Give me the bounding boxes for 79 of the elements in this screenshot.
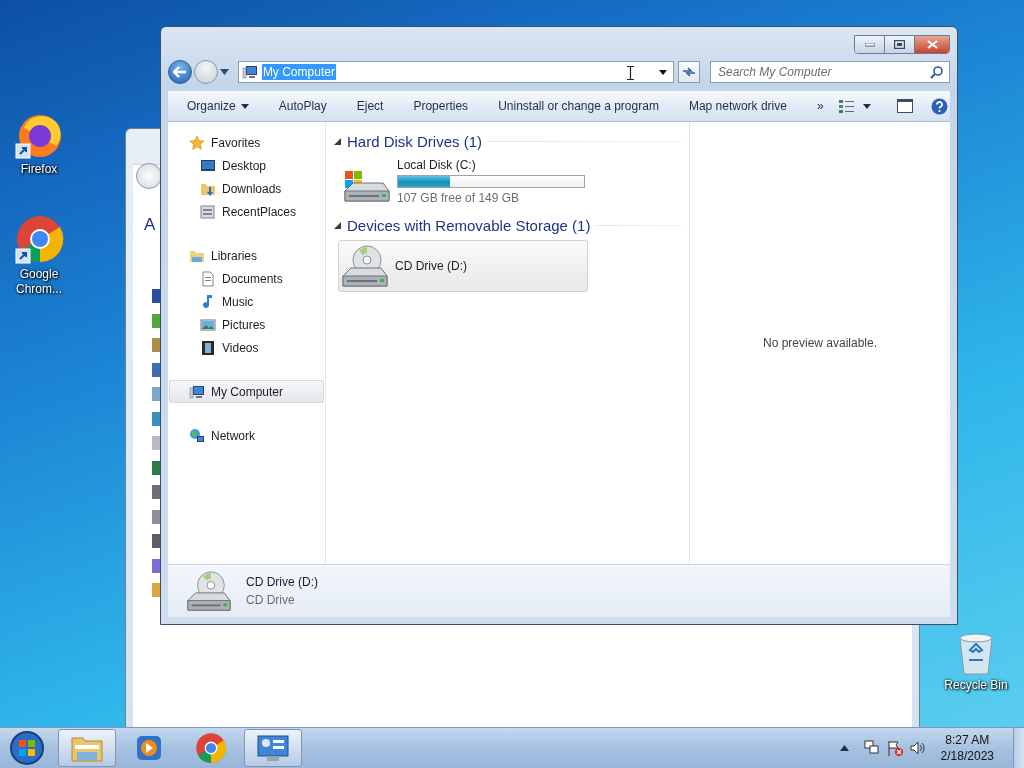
group-header[interactable]: Devices with Removable Storage (1): [347, 216, 591, 234]
recycle-bin-icon: [957, 632, 995, 676]
group-header[interactable]: Hard Disk Drives (1): [347, 132, 482, 150]
close-button[interactable]: [915, 36, 949, 53]
menu-button[interactable]: Organize: [172, 93, 264, 119]
clock-date[interactable]: 2/18/2023: [940, 748, 994, 764]
flag-icon[interactable]: [886, 740, 903, 756]
refresh-button[interactable]: [677, 61, 700, 83]
browser-icon: [195, 732, 227, 764]
dropdown-icon[interactable]: [658, 69, 667, 75]
toolbar-button[interactable]: Eject: [341, 93, 399, 119]
cd-drive-icon: [184, 568, 234, 614]
taskbar-button[interactable]: [58, 729, 116, 767]
text-cursor-icon: [626, 66, 634, 80]
caret-icon[interactable]: [220, 69, 229, 75]
monitor-icon: [200, 157, 216, 174]
restore-button[interactable]: [885, 36, 915, 53]
network-icon[interactable]: [863, 740, 880, 756]
nav-item[interactable]: Pictures: [169, 313, 324, 336]
nav-item[interactable]: Downloads: [169, 177, 324, 200]
volume-icon[interactable]: [909, 740, 926, 756]
desktop-icon-label[interactable]: Firefox: [4, 162, 74, 177]
play-icon: [135, 734, 163, 762]
show-hidden-icons-icon[interactable]: [839, 745, 849, 751]
nav-item[interactable]: Libraries: [169, 244, 324, 267]
minimize-icon: [864, 42, 875, 47]
toolbar-button[interactable]: »: [801, 93, 839, 119]
arrow-left-icon: [173, 66, 187, 78]
caret-icon: [240, 103, 249, 109]
preview-pane-icon[interactable]: [896, 99, 913, 113]
free-space-text: 107 GB free of 149 GB: [397, 190, 521, 205]
drive-tile[interactable]: CD Drive (D:): [338, 240, 588, 292]
refresh-icon: [680, 66, 697, 78]
back-button[interactable]: [168, 60, 192, 84]
nav-item[interactable]: My Computer: [169, 380, 324, 403]
windows-logo-icon: [8, 730, 46, 766]
collapse-icon[interactable]: [334, 137, 341, 145]
search-icon: [930, 66, 943, 79]
restore-icon: [894, 40, 905, 49]
computer-icon: [189, 383, 205, 400]
control-panel-icon: [257, 734, 289, 762]
nav-item[interactable]: Network: [169, 424, 324, 447]
list-view-icon: [838, 99, 855, 113]
search-field[interactable]: Search My Computer: [710, 61, 950, 83]
toolbar-button[interactable]: Properties: [398, 93, 484, 119]
collapse-icon[interactable]: [334, 221, 341, 229]
help-icon[interactable]: [930, 97, 948, 115]
toolbar-button[interactable]: Uninstall or change a program: [483, 93, 674, 119]
close-icon: [926, 40, 938, 49]
computer-icon: [241, 64, 258, 80]
details-name: CD Drive (D:): [246, 575, 318, 589]
minimize-button[interactable]: [855, 36, 885, 53]
details-type: CD Drive: [246, 593, 296, 607]
star-icon: [189, 134, 205, 151]
folder-icon: [71, 734, 103, 762]
picture-icon: [200, 316, 216, 333]
nav-item[interactable]: Videos: [169, 336, 324, 359]
browser-icon: [14, 215, 64, 265]
drive-name: CD Drive (D:): [395, 259, 467, 273]
toolbar-button[interactable]: AutoPlay: [263, 93, 342, 119]
nav-item[interactable]: Desktop: [169, 154, 324, 177]
caret-icon: [862, 103, 871, 109]
film-icon: [200, 339, 216, 356]
taskbar-button[interactable]: [244, 729, 302, 767]
desktop-icon-label[interactable]: Google Chrom...: [4, 267, 74, 297]
preview-message: No preview available.: [762, 336, 878, 350]
window-heading: A: [144, 215, 156, 235]
nav-item[interactable]: RecentPlaces: [169, 200, 324, 223]
network-icon: [189, 427, 205, 444]
clock-time[interactable]: 8:27 AM: [945, 732, 990, 748]
cd-drive-icon: [339, 242, 391, 290]
drive-name: Local Disk (C:): [397, 157, 477, 172]
list-icon: [200, 203, 216, 220]
toolbar-button[interactable]: Map network drive: [673, 93, 802, 119]
nav-item[interactable]: Music: [169, 290, 324, 313]
nav-item[interactable]: Favorites: [169, 131, 324, 154]
document-icon: [200, 270, 216, 287]
drive-tile[interactable]: Local Disk (C:) 107 GB free of 149 GB: [340, 156, 590, 206]
nav-item[interactable]: Documents: [169, 267, 324, 290]
